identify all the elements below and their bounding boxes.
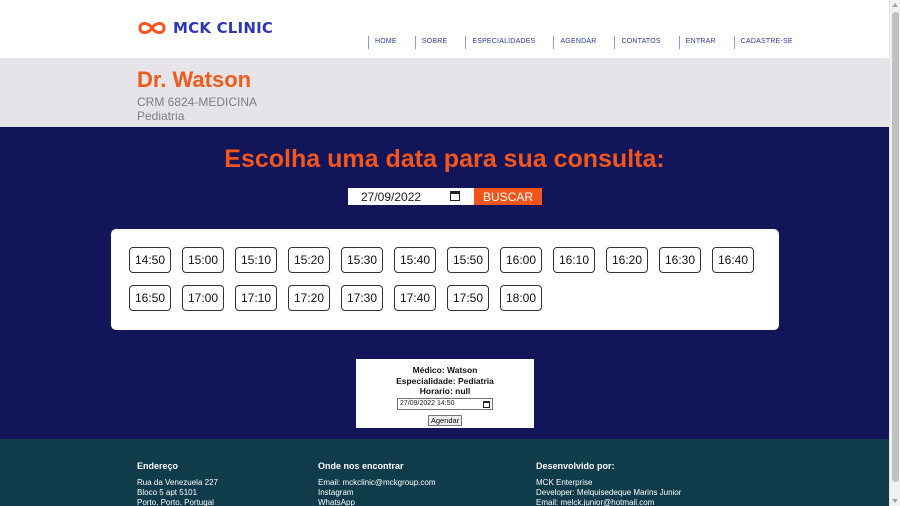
doctor-crm: CRM 6824-MEDICINA — [137, 95, 258, 109]
footer-contact-email[interactable]: Email: mckclinic@mckgroup.com — [318, 478, 435, 488]
doctor-specialty: Pediatria — [137, 109, 185, 123]
time-slot-button[interactable]: 17:40 — [394, 285, 436, 311]
footer-contact: Onde nos encontrar Email: mckclinic@mckg… — [318, 461, 435, 506]
nav-sobre[interactable]: SOBRE — [414, 36, 454, 49]
time-slot-button[interactable]: 17:30 — [341, 285, 383, 311]
site-header: MCK CLINIC HOME SOBRE ESPECIALIDADES AGE… — [0, 0, 889, 58]
scroll-up-arrow-icon[interactable] — [892, 3, 898, 7]
calendar-icon[interactable] — [450, 191, 460, 201]
nav-entrar[interactable]: ENTRAR — [678, 36, 722, 49]
datetime-value: 27/09/2022 14:50 — [400, 400, 455, 407]
footer-developer-line: Email: melck.junior@hotmail.com — [536, 498, 655, 506]
time-slot-button[interactable]: 16:40 — [712, 247, 754, 273]
calendar-icon[interactable] — [483, 400, 490, 408]
footer-developer-line: Developer: Melquisedeque Marins Junior — [536, 488, 682, 497]
footer-contact-whatsapp[interactable]: WhatsApp — [318, 498, 435, 506]
scrollbar-thumb[interactable] — [892, 12, 899, 482]
nav-agendar[interactable]: AGENDAR — [553, 36, 602, 49]
search-button[interactable]: BUSCAR — [474, 188, 542, 205]
datetime-input[interactable]: 27/09/2022 14:50 — [397, 397, 493, 410]
date-input[interactable]: 27/09/2022 — [348, 188, 474, 205]
page: MCK CLINIC HOME SOBRE ESPECIALIDADES AGE… — [0, 0, 889, 506]
time-slot-button[interactable]: 16:10 — [553, 247, 595, 273]
summary-doctor: Médico: Watson — [412, 365, 478, 375]
summary-specialty: Especialidade: Pediatria — [396, 375, 494, 386]
footer-address: Endereço Rua da Venezuela 227 Bloco 5 ap… — [137, 461, 218, 506]
time-slot-button[interactable]: 17:20 — [288, 285, 330, 311]
time-slot-button[interactable]: 18:00 — [500, 285, 542, 311]
footer-address-line: Porto, Porto, Portugal — [137, 498, 214, 506]
agendar-button[interactable]: Agendar — [427, 414, 463, 426]
footer-address-heading: Endereço — [137, 461, 179, 471]
nav-home[interactable]: HOME — [368, 36, 403, 49]
time-slot-button[interactable]: 15:30 — [341, 247, 383, 273]
footer-contact-heading: Onde nos encontrar — [318, 461, 404, 471]
logo[interactable]: MCK CLINIC — [137, 19, 273, 37]
booking-section: Escolha uma data para sua consulta: 27/0… — [0, 127, 889, 439]
main-nav: HOME SOBRE ESPECIALIDADES AGENDAR CONTAT… — [368, 36, 811, 49]
date-search: 27/09/2022 BUSCAR — [348, 188, 542, 205]
footer-address-line: Bloco 5 apt 5101 — [137, 488, 198, 497]
time-slot-button[interactable]: 15:00 — [182, 247, 224, 273]
time-slot-button[interactable]: 15:40 — [394, 247, 436, 273]
time-slot-button[interactable]: 15:20 — [288, 247, 330, 273]
nav-especialidades[interactable]: ESPECIALIDADES — [465, 36, 541, 49]
appointment-summary: Médico: Watson Especialidade: Pediatria … — [356, 359, 534, 428]
time-slot-button[interactable]: 17:00 — [182, 285, 224, 311]
infinity-icon — [138, 22, 166, 34]
time-slot-button[interactable]: 14:50 — [129, 247, 171, 273]
footer-contact-instagram[interactable]: Instagram — [318, 488, 435, 498]
footer-developer: Desenvolvido por: MCK Enterprise Develop… — [536, 461, 681, 506]
date-value: 27/09/2022 — [361, 189, 422, 204]
time-slot-button[interactable]: 16:00 — [500, 247, 542, 273]
doctor-name: Dr. Watson — [137, 67, 252, 92]
site-footer: Endereço Rua da Venezuela 227 Bloco 5 ap… — [0, 439, 889, 506]
footer-address-line: Rua da Venezuela 227 — [137, 478, 218, 487]
time-slot-button[interactable]: 16:20 — [606, 247, 648, 273]
time-slot-button[interactable]: 15:50 — [447, 247, 489, 273]
time-slot-button[interactable]: 17:10 — [235, 285, 277, 311]
logo-text: MCK CLINIC — [173, 19, 274, 37]
time-slot-button[interactable]: 15:10 — [235, 247, 277, 273]
time-slot-button[interactable]: 17:50 — [447, 285, 489, 311]
summary-time: Horario: null — [419, 386, 471, 396]
nav-contatos[interactable]: CONTATOS — [614, 36, 666, 49]
nav-cadastre-se[interactable]: CADASTRE-SE — [733, 36, 799, 49]
time-slots-panel: 14:50 15:00 15:10 15:20 15:30 15:40 15:50 16:00… — [111, 229, 779, 330]
scroll-down-arrow-icon[interactable] — [892, 499, 898, 503]
booking-title: Escolha uma data para sua consulta: — [224, 145, 665, 173]
time-slot-button[interactable]: 16:50 — [129, 285, 171, 311]
vertical-scrollbar[interactable] — [889, 0, 900, 506]
footer-developer-heading: Desenvolvido por: — [536, 461, 615, 471]
doctor-info: Dr. Watson CRM 6824-MEDICINA Pediatria — [0, 58, 889, 127]
footer-developer-line: MCK Enterprise — [536, 478, 593, 487]
time-slot-button[interactable]: 16:30 — [659, 247, 701, 273]
